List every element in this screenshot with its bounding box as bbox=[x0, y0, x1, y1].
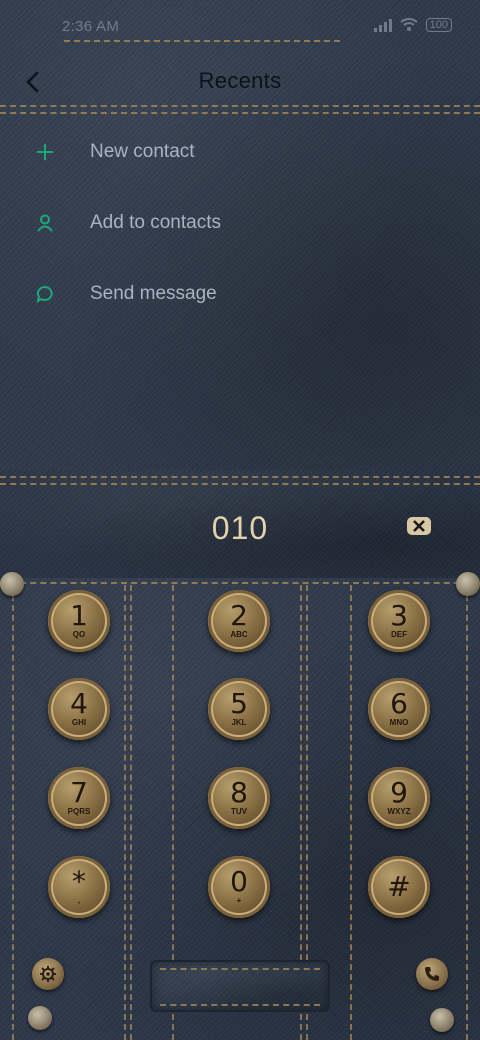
plus-icon bbox=[32, 139, 58, 165]
rivet-icon bbox=[28, 1006, 52, 1030]
stitch-line bbox=[130, 585, 132, 1040]
key-7[interactable]: 7 PQRS bbox=[48, 767, 110, 829]
key-8[interactable]: 8 TUV bbox=[208, 767, 270, 829]
add-to-contacts-label: Add to contacts bbox=[90, 211, 221, 233]
signal-icon bbox=[373, 18, 392, 32]
add-to-contacts-item[interactable]: Add to contacts bbox=[0, 187, 480, 258]
key-2[interactable]: 2 ABC bbox=[208, 590, 270, 652]
stitch-line bbox=[124, 585, 126, 1040]
rivet-icon bbox=[456, 572, 480, 596]
person-icon bbox=[32, 210, 58, 236]
key-6[interactable]: 6 MNO bbox=[368, 678, 430, 740]
key-5[interactable]: 5 JKL bbox=[208, 678, 270, 740]
stitch-line bbox=[12, 585, 14, 1040]
key-1[interactable]: 1 QO bbox=[48, 590, 110, 652]
key-3[interactable]: 3 DEF bbox=[368, 590, 430, 652]
settings-button[interactable] bbox=[32, 958, 64, 990]
backspace-button[interactable] bbox=[406, 516, 432, 536]
status-bar: 2:36 AM 100 bbox=[0, 0, 480, 56]
header: Recents bbox=[0, 56, 480, 108]
backspace-icon bbox=[407, 517, 431, 535]
stitch-line bbox=[0, 112, 480, 114]
new-contact-item[interactable]: New contact bbox=[0, 116, 480, 187]
page-title: Recents bbox=[198, 68, 282, 93]
key-hash[interactable]: # bbox=[368, 856, 430, 918]
action-list: New contact Add to contacts Send message bbox=[0, 116, 480, 329]
stitch-line bbox=[160, 1004, 320, 1006]
stitch-line bbox=[466, 585, 468, 1040]
call-log-button[interactable] bbox=[416, 958, 448, 990]
stitch-line bbox=[0, 476, 480, 478]
phone-icon bbox=[425, 967, 439, 981]
key-4[interactable]: 4 GHI bbox=[48, 678, 110, 740]
number-display: 010 bbox=[0, 480, 480, 576]
stitch-line bbox=[0, 582, 480, 584]
stitch-line bbox=[160, 968, 320, 970]
wifi-icon bbox=[400, 18, 418, 31]
new-contact-label: New contact bbox=[90, 140, 195, 162]
key-star[interactable]: *, bbox=[48, 856, 110, 918]
chat-bubble-icon bbox=[32, 281, 58, 307]
key-9[interactable]: 9 WXYZ bbox=[368, 767, 430, 829]
key-0[interactable]: 0 + bbox=[208, 856, 270, 918]
rivet-icon bbox=[430, 1008, 454, 1032]
send-message-label: Send message bbox=[90, 282, 217, 304]
send-message-item[interactable]: Send message bbox=[0, 258, 480, 329]
battery-icon: 100 bbox=[425, 18, 452, 32]
rivet-icon bbox=[0, 572, 24, 596]
stitch-line bbox=[350, 585, 352, 1040]
status-time: 2:36 AM bbox=[62, 18, 120, 35]
gear-icon bbox=[40, 966, 56, 982]
